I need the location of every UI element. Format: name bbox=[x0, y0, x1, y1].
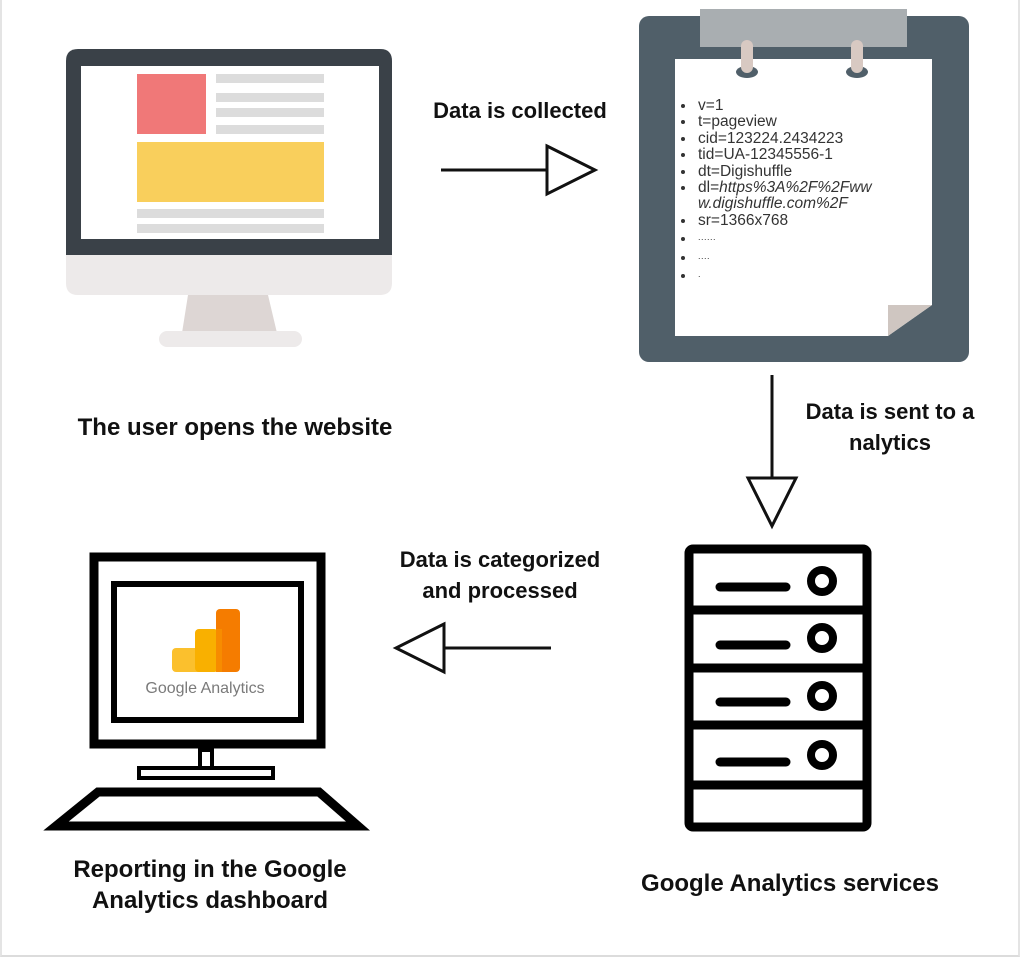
monitor-stand bbox=[182, 295, 277, 333]
text-line bbox=[216, 93, 324, 102]
list-item: tid=UA-12345556-1 bbox=[696, 147, 936, 163]
arrow-right-icon bbox=[441, 143, 599, 197]
step-label-data-sent: Data is sent to a nalytics bbox=[805, 399, 975, 455]
server-unit bbox=[715, 681, 837, 711]
step-label-user-opens: The user opens the website bbox=[77, 414, 393, 441]
ring bbox=[741, 40, 753, 73]
yellow-block bbox=[137, 142, 324, 202]
step-label-data-collected: Data is collected bbox=[433, 98, 607, 123]
list-item: t=pageview bbox=[696, 114, 936, 130]
list-item: cid=123224.2434223 bbox=[696, 130, 936, 147]
step-label-services: Google Analytics services bbox=[641, 870, 939, 897]
list-item: dt=Digishuffle bbox=[696, 163, 936, 180]
step-label-data-categorized: Data is categorized and processed bbox=[399, 547, 601, 603]
list-item: v=1 bbox=[696, 97, 936, 114]
text-line bbox=[137, 224, 324, 233]
bottom-margin bbox=[0, 958, 1024, 977]
text-line bbox=[216, 125, 324, 134]
google-analytics-logo-text: Google Analytics bbox=[145, 680, 265, 697]
list-item: .... bbox=[696, 248, 936, 266]
monitor-base bbox=[159, 331, 302, 347]
text-line bbox=[216, 108, 324, 117]
arrow-left-icon bbox=[392, 621, 551, 675]
text-line bbox=[137, 209, 324, 218]
hit-parameter-list: v=1 t=pageview cid=123224.2434223 tid=UA… bbox=[678, 97, 936, 284]
server-unit bbox=[715, 623, 837, 653]
step-label-reporting: Reporting in the Google Analytics dashbo… bbox=[73, 856, 347, 914]
server-unit bbox=[715, 566, 837, 596]
list-item: ...... bbox=[696, 229, 936, 247]
list-item: . bbox=[696, 266, 936, 284]
list-item: dl=https%3A%2F%2Fwww.digishuffle.com%2F bbox=[696, 179, 936, 213]
ring bbox=[851, 40, 863, 73]
server-rack-icon bbox=[684, 544, 872, 832]
clipboard-clip bbox=[700, 9, 907, 47]
desktop-monitor-icon bbox=[66, 49, 392, 347]
google-analytics-logo bbox=[172, 609, 240, 672]
server-unit bbox=[715, 740, 837, 770]
monitor-chin bbox=[66, 255, 392, 295]
red-block bbox=[137, 74, 206, 134]
text-line bbox=[216, 74, 324, 83]
list-item: sr=1366x768 bbox=[696, 212, 936, 229]
